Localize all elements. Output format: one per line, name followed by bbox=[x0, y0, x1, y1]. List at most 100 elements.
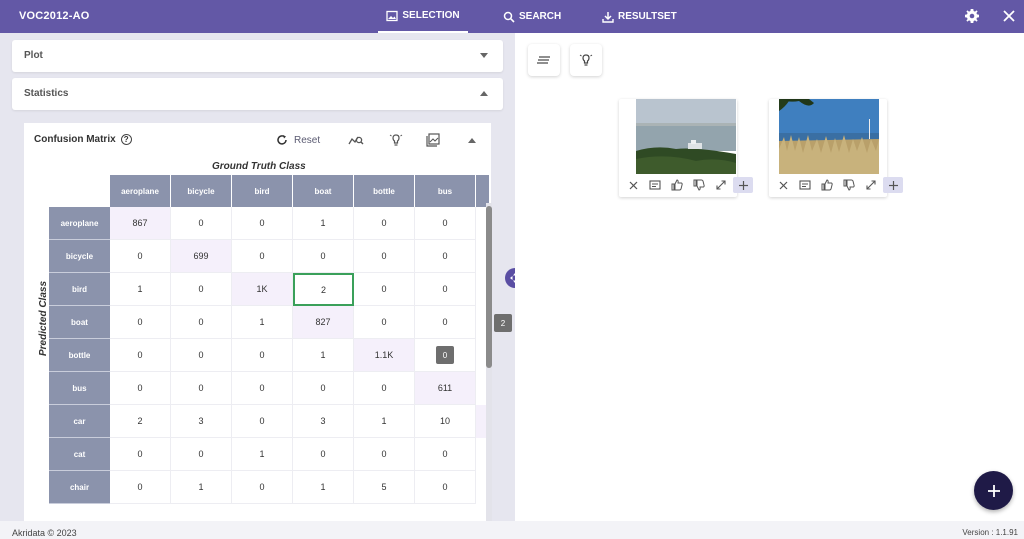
matrix-cell[interactable]: 1 bbox=[171, 471, 232, 504]
thumbs-up-icon[interactable] bbox=[817, 177, 837, 193]
matrix-cell[interactable]: 0 bbox=[415, 306, 476, 339]
image-thumbnail[interactable] bbox=[636, 99, 736, 174]
image-card[interactable] bbox=[769, 99, 903, 197]
image-card[interactable] bbox=[619, 99, 753, 197]
image-card-actions bbox=[623, 177, 753, 193]
chevron-down-icon[interactable] bbox=[479, 50, 489, 60]
matrix-cell[interactable]: 0 bbox=[110, 339, 171, 372]
plot-accordion[interactable]: Plot bbox=[12, 40, 503, 72]
matrix-cell[interactable]: 0 bbox=[110, 306, 171, 339]
matrix-cell[interactable]: 699 bbox=[171, 240, 232, 273]
matrix-cell[interactable]: 0 bbox=[415, 273, 476, 306]
matrix-cell[interactable]: 0 bbox=[232, 240, 293, 273]
lightbulb-icon[interactable] bbox=[389, 131, 403, 149]
matrix-row-header: cat bbox=[49, 438, 110, 471]
matrix-cell[interactable]: 1 bbox=[293, 207, 354, 240]
matrix-cell[interactable]: 0 bbox=[415, 207, 476, 240]
close-icon[interactable] bbox=[773, 177, 793, 193]
close-icon[interactable] bbox=[1000, 7, 1018, 25]
add-icon[interactable] bbox=[733, 177, 753, 193]
matrix-cell[interactable]: 3 bbox=[293, 405, 354, 438]
add-icon[interactable] bbox=[883, 177, 903, 193]
matrix-scrollbar-thumb[interactable] bbox=[486, 206, 492, 368]
matrix-cell[interactable]: 0 bbox=[232, 339, 293, 372]
list-view-button[interactable] bbox=[528, 44, 560, 76]
matrix-cell[interactable]: 2 bbox=[110, 405, 171, 438]
matrix-cell[interactable]: 0 bbox=[232, 471, 293, 504]
thumbs-down-icon[interactable] bbox=[839, 177, 859, 193]
matrix-cell[interactable]: 1K bbox=[232, 273, 293, 306]
thumbs-down-icon[interactable] bbox=[689, 177, 709, 193]
matrix-cell[interactable]: 1 bbox=[232, 438, 293, 471]
chevron-up-icon[interactable] bbox=[468, 131, 476, 149]
matrix-cell[interactable]: 0 bbox=[354, 438, 415, 471]
matrix-cell[interactable]: 0 bbox=[171, 207, 232, 240]
matrix-cell[interactable]: 0 bbox=[293, 438, 354, 471]
matrix-cell[interactable]: 1 bbox=[232, 306, 293, 339]
matrix-cell[interactable]: 0 bbox=[110, 471, 171, 504]
matrix-cell[interactable]: 0 bbox=[354, 240, 415, 273]
matrix-cell[interactable]: 0 bbox=[415, 438, 476, 471]
settings-gear-icon[interactable] bbox=[963, 7, 981, 25]
top-bar: VOC2012-AO SELECTION SEARCH RESULTSET bbox=[0, 0, 1024, 33]
matrix-cell[interactable]: 0 bbox=[171, 438, 232, 471]
matrix-cell[interactable]: 3 bbox=[171, 405, 232, 438]
matrix-row-header: chair bbox=[49, 471, 110, 504]
matrix-cell[interactable]: 0 bbox=[110, 438, 171, 471]
matrix-cell[interactable]: 0 bbox=[354, 372, 415, 405]
matrix-cell[interactable]: 0 bbox=[293, 240, 354, 273]
tab-resultset[interactable]: RESULTSET bbox=[602, 0, 677, 33]
tab-selection-label: SELECTION bbox=[402, 10, 460, 21]
matrix-scrollbar[interactable] bbox=[486, 203, 492, 523]
details-icon[interactable] bbox=[795, 177, 815, 193]
matrix-cell[interactable]: 0 bbox=[415, 471, 476, 504]
matrix-cell[interactable]: 0 bbox=[110, 372, 171, 405]
matrix-cell[interactable]: 1 bbox=[110, 273, 171, 306]
matrix-cell[interactable]: 0 bbox=[415, 240, 476, 273]
gallery-icon[interactable] bbox=[426, 131, 440, 149]
matrix-cell[interactable]: 1 bbox=[293, 339, 354, 372]
chevron-up-icon[interactable] bbox=[479, 88, 489, 98]
matrix-column-header: boat bbox=[293, 175, 354, 207]
matrix-cell[interactable]: 0 bbox=[110, 240, 171, 273]
add-fab-button[interactable] bbox=[974, 471, 1013, 510]
matrix-cell[interactable]: 827 bbox=[293, 306, 354, 339]
plus-icon bbox=[987, 484, 1000, 497]
details-icon[interactable] bbox=[645, 177, 665, 193]
close-icon[interactable] bbox=[623, 177, 643, 193]
matrix-cell[interactable]: 0 bbox=[354, 273, 415, 306]
matrix-cell[interactable]: 0 bbox=[232, 372, 293, 405]
matrix-cell[interactable]: 5 bbox=[354, 471, 415, 504]
expand-icon[interactable] bbox=[861, 177, 881, 193]
matrix-cell[interactable]: 1 bbox=[293, 471, 354, 504]
tab-search[interactable]: SEARCH bbox=[503, 0, 561, 33]
matrix-cell[interactable]: 0 bbox=[354, 207, 415, 240]
expand-icon[interactable] bbox=[711, 177, 731, 193]
help-icon[interactable]: ? bbox=[120, 134, 132, 145]
matrix-row-header: aeroplane bbox=[49, 207, 110, 240]
thumbs-up-icon[interactable] bbox=[667, 177, 687, 193]
matrix-cell[interactable]: 2 bbox=[293, 273, 354, 306]
matrix-cell[interactable]: 0 bbox=[232, 405, 293, 438]
matrix-cell[interactable]: 0 bbox=[171, 273, 232, 306]
matrix-cell[interactable]: 867 bbox=[110, 207, 171, 240]
matrix-cell[interactable]: 0 bbox=[171, 306, 232, 339]
hover-cell-badge: 0 bbox=[436, 346, 454, 364]
matrix-cell[interactable]: 0 bbox=[293, 372, 354, 405]
tab-selection[interactable]: SELECTION bbox=[378, 0, 468, 33]
matrix-cell[interactable]: 0 bbox=[171, 372, 232, 405]
reset-button[interactable]: Reset bbox=[276, 131, 320, 149]
image-thumbnail[interactable] bbox=[779, 99, 879, 174]
analytics-search-icon[interactable] bbox=[348, 131, 364, 149]
statistics-accordion[interactable]: Statistics bbox=[12, 78, 503, 110]
matrix-cell[interactable]: 0 bbox=[171, 339, 232, 372]
matrix-cell[interactable]: 0 bbox=[232, 207, 293, 240]
matrix-cell[interactable]: 611 bbox=[415, 372, 476, 405]
matrix-cell[interactable]: 1.1K bbox=[354, 339, 415, 372]
matrix-row-header: bird bbox=[49, 273, 110, 306]
matrix-cell[interactable]: 0 bbox=[354, 306, 415, 339]
matrix-cell[interactable]: 1 bbox=[354, 405, 415, 438]
matrix-cell[interactable]: 10 bbox=[415, 405, 476, 438]
matrix-row-header: bus bbox=[49, 372, 110, 405]
insights-button[interactable] bbox=[570, 44, 602, 76]
